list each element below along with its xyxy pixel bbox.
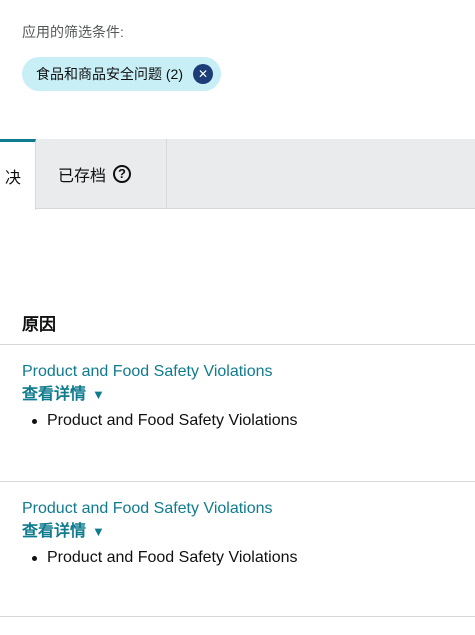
reason-bullet-text: Product and Food Safety Violations — [47, 549, 298, 566]
reason-bullet-text: Product and Food Safety Violations — [47, 412, 298, 429]
filter-chip-label: 食品和商品安全问题 (2) — [36, 66, 183, 82]
view-details-label: 查看详情 — [22, 523, 87, 540]
view-details-toggle[interactable]: 查看详情 ▼ — [22, 383, 105, 407]
reason-bullet: Product and Food Safety Violations — [22, 409, 462, 433]
caret-down-icon: ▼ — [92, 387, 105, 402]
tabs-bar: 决 已存档 ? — [0, 139, 475, 210]
filter-chip[interactable]: 食品和商品安全问题 (2) ✕ — [22, 57, 221, 91]
divider — [0, 481, 475, 482]
divider — [0, 616, 475, 617]
reason-column-header: 原因 — [22, 315, 56, 334]
tab-archived-label: 已存档 — [58, 167, 107, 185]
list-item: Product and Food Safety Violations 查看详情 … — [22, 361, 462, 433]
reason-bullet: Product and Food Safety Violations — [22, 546, 462, 570]
divider — [0, 344, 475, 345]
reason-link[interactable]: Product and Food Safety Violations — [22, 498, 462, 520]
question-circle-icon[interactable]: ? — [113, 164, 132, 183]
tab-archived[interactable]: 已存档 ? — [36, 139, 167, 208]
reason-link[interactable]: Product and Food Safety Violations — [22, 361, 462, 383]
close-circle-icon[interactable]: ✕ — [193, 64, 213, 84]
tab-active[interactable]: 决 — [0, 139, 36, 210]
view-details-toggle[interactable]: 查看详情 ▼ — [22, 520, 105, 544]
bullet-dot — [32, 555, 37, 561]
caret-down-icon: ▼ — [92, 524, 105, 539]
tab-active-label: 决 — [4, 170, 21, 187]
applied-filters-label: 应用的筛选条件: — [22, 24, 124, 40]
list-item: Product and Food Safety Violations 查看详情 … — [22, 498, 462, 570]
bullet-dot — [32, 418, 37, 424]
view-details-label: 查看详情 — [22, 386, 87, 403]
page: 应用的筛选条件: 食品和商品安全问题 (2) ✕ 决 已存档 ? 原因 Prod… — [0, 0, 475, 635]
